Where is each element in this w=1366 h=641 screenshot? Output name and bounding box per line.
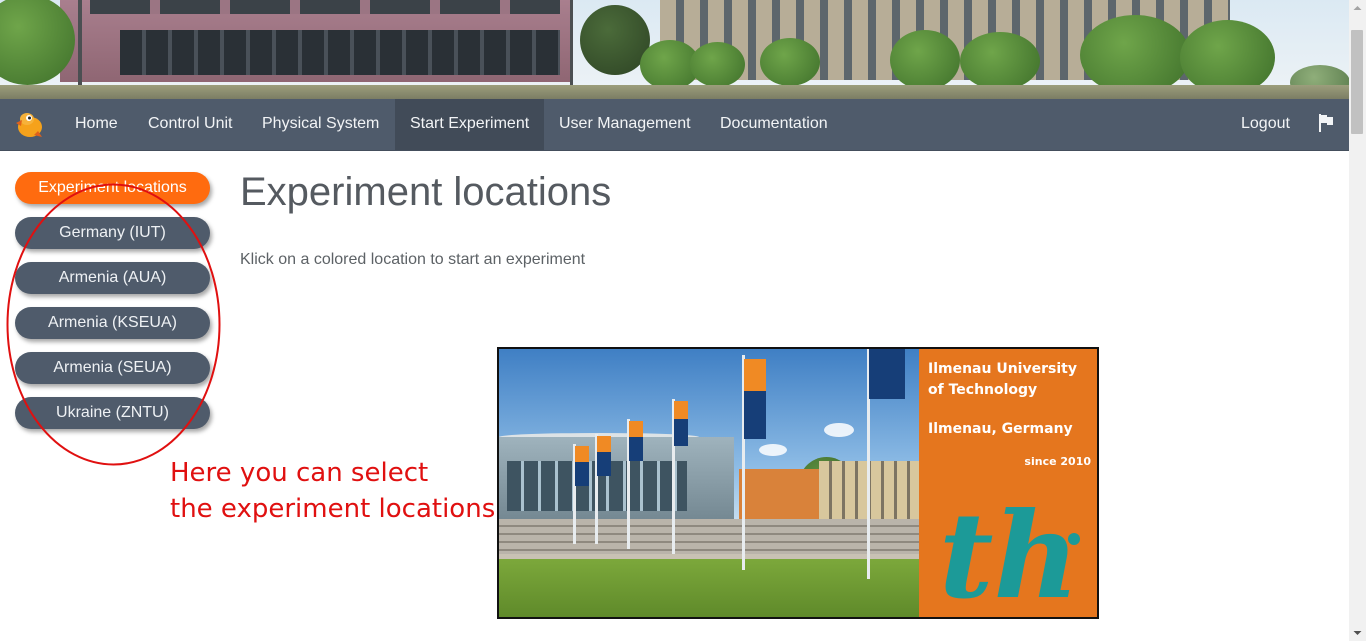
since-label: since 2010 [1024, 455, 1091, 468]
campus-photo [499, 349, 919, 617]
annotation-ellipse [6, 183, 221, 466]
nav-physical-system[interactable]: Physical System [247, 99, 394, 150]
th-logo-text: th [939, 489, 1079, 609]
location-image-ilmenau[interactable]: Ilmenau University of Technology Ilmenau… [497, 347, 1099, 619]
annotation-line-2: the experiment locations [170, 494, 496, 524]
university-name-line-2: of Technology [928, 382, 1038, 398]
annotation-text: Here you can select the experiment locat… [170, 455, 495, 527]
page-title: Experiment locations [240, 170, 612, 214]
university-info-panel: Ilmenau University of Technology Ilmenau… [919, 349, 1097, 617]
nav-home[interactable]: Home [60, 99, 133, 150]
header-banner-image [0, 0, 1349, 99]
logout-link[interactable]: Logout [1226, 99, 1305, 150]
annotation-line-1: Here you can select [170, 458, 429, 488]
nav-documentation[interactable]: Documentation [705, 99, 843, 150]
university-location: Ilmenau, Germany [928, 421, 1073, 437]
instructions-text: Klick on a colored location to start an … [240, 251, 586, 268]
scroll-up-arrow-icon[interactable] [1349, 0, 1366, 17]
tu-ilmenau-th-logo-icon: th [939, 489, 1080, 609]
flag-icon[interactable] [1318, 114, 1334, 132]
nav-control-unit[interactable]: Control Unit [133, 99, 247, 150]
top-navbar: Home Control Unit Physical System Start … [0, 99, 1349, 151]
bird-logo-icon[interactable] [12, 107, 46, 141]
scrollbar-thumb[interactable] [1351, 30, 1363, 134]
scroll-down-arrow-icon[interactable] [1349, 624, 1366, 641]
page-scrollbar[interactable] [1349, 0, 1366, 641]
university-name-line-1: Ilmenau University [928, 361, 1077, 377]
nav-start-experiment[interactable]: Start Experiment [395, 99, 544, 150]
nav-user-management[interactable]: User Management [544, 99, 706, 150]
